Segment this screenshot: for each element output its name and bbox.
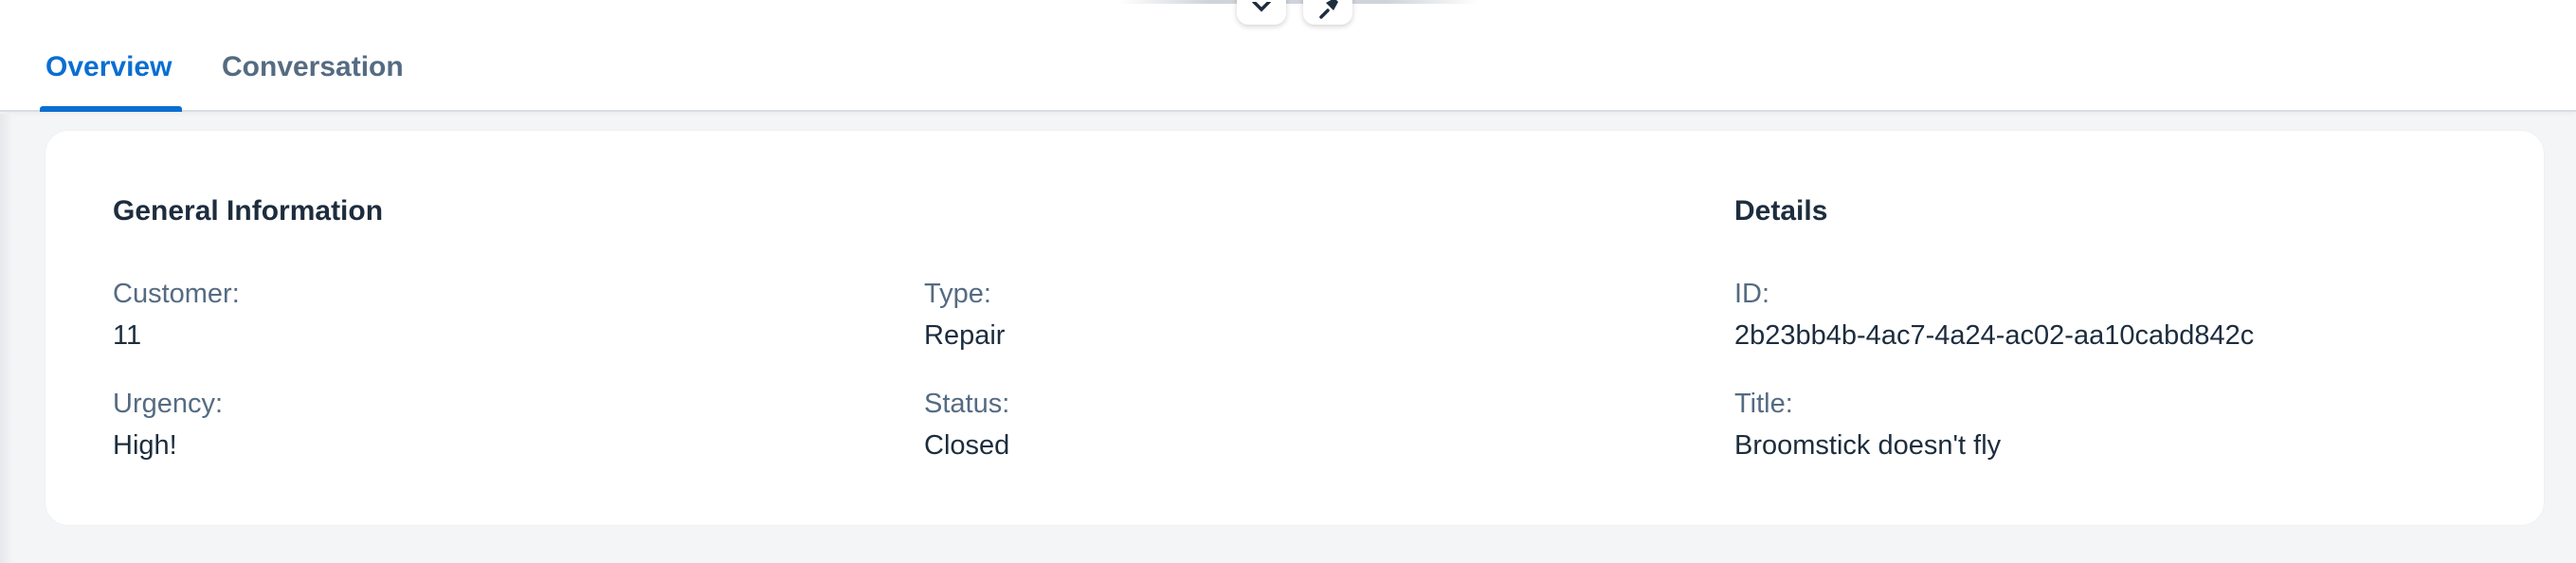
customer-field: Customer: 11: [113, 277, 240, 353]
tab-overview[interactable]: Overview: [40, 0, 182, 112]
status-field: Status: Closed: [924, 387, 1009, 463]
urgency-value: High!: [113, 430, 177, 461]
status-value: Closed: [924, 430, 1010, 461]
header-divider: [1118, 0, 1478, 4]
pin-icon: [1319, 0, 1338, 19]
tab-overview-label: Overview: [45, 51, 172, 82]
side-shadow: [0, 114, 13, 563]
id-field: ID: 2b23bb4b-4ac7-4a24-ac02-aa10cabd842c: [1734, 277, 2254, 353]
tab-selected-indicator: [40, 106, 182, 112]
type-field: Type: Repair: [924, 277, 1005, 353]
pin-button[interactable]: [1303, 0, 1352, 25]
tab-conversation-label: Conversation: [222, 51, 404, 82]
status-label: Status:: [924, 389, 1010, 419]
title-label: Title:: [1734, 389, 1793, 419]
close-icon: [1252, 2, 1271, 12]
urgency-field: Urgency: High!: [113, 387, 223, 463]
details-heading: Details: [1734, 195, 1828, 227]
customer-label: Customer:: [113, 279, 240, 309]
title-value: Broomstick doesn't fly: [1734, 430, 2002, 461]
tab-bar: Overview Conversation: [40, 0, 404, 112]
type-label: Type:: [924, 279, 991, 309]
header-bar: Overview Conversation: [0, 0, 2576, 112]
close-button[interactable]: [1237, 0, 1286, 25]
id-value: 2b23bb4b-4ac7-4a24-ac02-aa10cabd842c: [1734, 320, 2255, 351]
overview-card: General Information Details Customer: 11…: [45, 131, 2544, 525]
id-label: ID:: [1734, 279, 1770, 309]
title-field: Title: Broomstick doesn't fly: [1734, 387, 2001, 463]
tab-conversation[interactable]: Conversation: [222, 0, 404, 112]
type-value: Repair: [924, 320, 1006, 351]
object-page: Overview Conversation General Informatio…: [0, 0, 2576, 563]
urgency-label: Urgency:: [113, 389, 224, 419]
general-information-heading: General Information: [113, 195, 384, 227]
customer-value: 11: [113, 320, 142, 351]
